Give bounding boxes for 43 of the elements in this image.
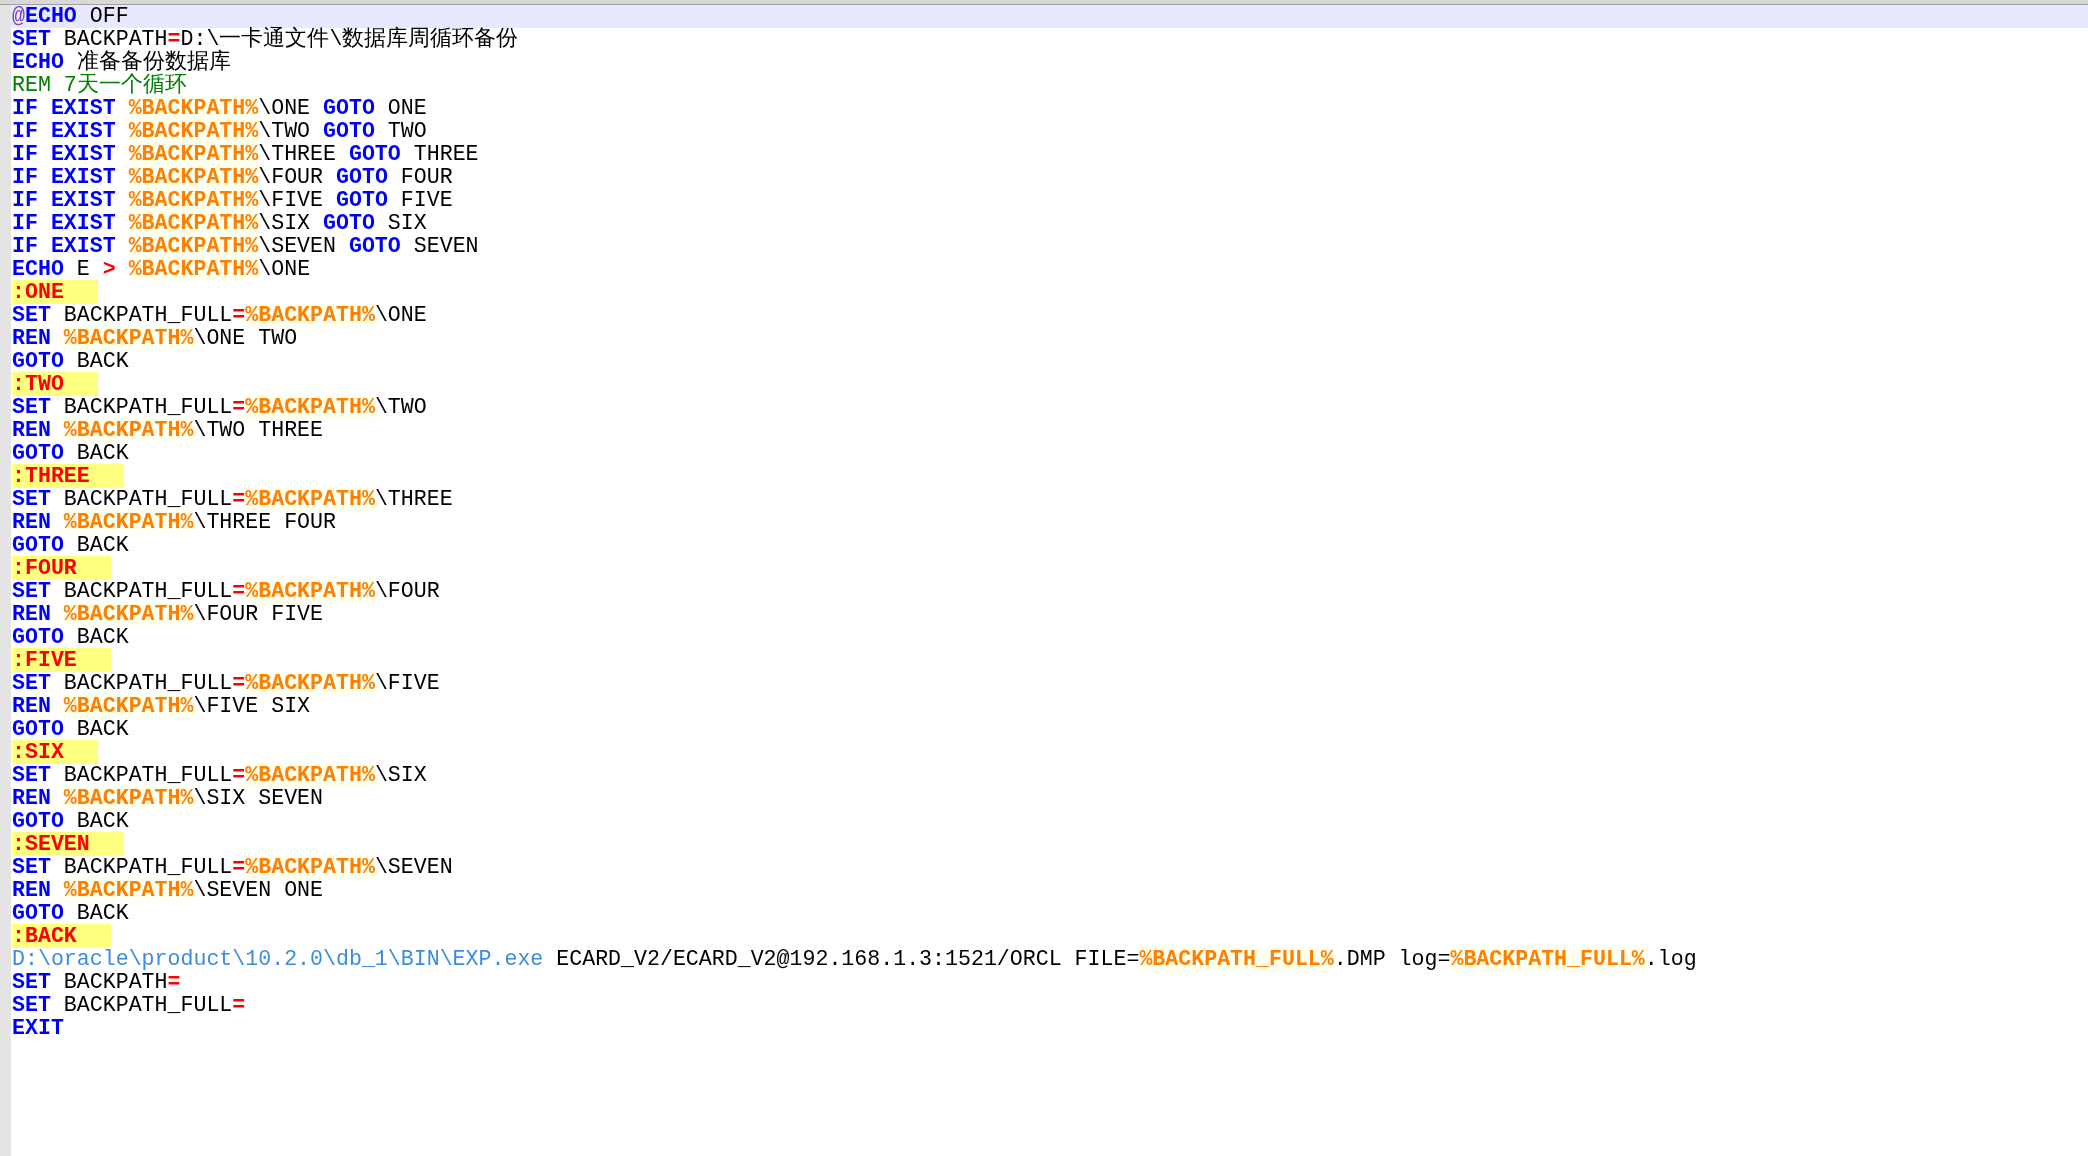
code-line: IF EXIST %BACKPATH%\SEVEN GOTO SEVEN xyxy=(11,235,480,258)
code-line: SET BACKPATH_FULL=%BACKPATH%\FOUR xyxy=(11,580,441,603)
code-line: GOTO BACK xyxy=(11,718,130,741)
code-line: :FOUR xyxy=(11,557,2088,580)
code-line: SET BACKPATH= xyxy=(11,971,182,994)
code-line: IF EXIST %BACKPATH%\SIX GOTO SIX xyxy=(11,212,428,235)
code-line: GOTO BACK xyxy=(11,442,130,465)
code-line: IF EXIST %BACKPATH%\FIVE GOTO FIVE xyxy=(11,189,454,212)
code-line: GOTO BACK xyxy=(11,626,130,649)
code-line: SET BACKPATH_FULL=%BACKPATH%\FIVE xyxy=(11,672,441,695)
code-line: GOTO BACK xyxy=(11,350,130,373)
code-line: ECHO E > %BACKPATH%\ONE xyxy=(11,258,312,281)
code-line: GOTO BACK xyxy=(11,902,130,925)
code-line: EXIT xyxy=(11,1017,65,1040)
code-line: SET BACKPATH_FULL=%BACKPATH%\ONE xyxy=(11,304,428,327)
code-line: REM 7天一个循环 xyxy=(11,74,188,97)
code-line: GOTO BACK xyxy=(11,534,130,557)
code-line: REN %BACKPATH%\TWO THREE xyxy=(11,419,325,442)
code-line: IF EXIST %BACKPATH%\FOUR GOTO FOUR xyxy=(11,166,454,189)
code-line: IF EXIST %BACKPATH%\ONE GOTO ONE xyxy=(11,97,428,120)
code-line: ECHO 准备备份数据库 xyxy=(11,51,232,74)
code-line: SET BACKPATH_FULL=%BACKPATH%\SIX xyxy=(11,764,428,787)
code-line: SET BACKPATH_FULL=%BACKPATH%\SEVEN xyxy=(11,856,454,879)
code-line: REN %BACKPATH%\SIX SEVEN xyxy=(11,787,325,810)
code-line: :THREE xyxy=(11,465,2088,488)
code-line: :FIVE xyxy=(11,649,2088,672)
code-line: :SEVEN xyxy=(11,833,2088,856)
code-line: IF EXIST %BACKPATH%\THREE GOTO THREE xyxy=(11,143,480,166)
code-line: REN %BACKPATH%\SEVEN ONE xyxy=(11,879,325,902)
code-line: SET BACKPATH_FULL=%BACKPATH%\TWO xyxy=(11,396,428,419)
code-line: SET BACKPATH_FULL= xyxy=(11,994,247,1017)
code-line: IF EXIST %BACKPATH%\TWO GOTO TWO xyxy=(11,120,428,143)
code-line: :TWO xyxy=(11,373,2088,396)
code-line: REN %BACKPATH%\FIVE SIX xyxy=(11,695,312,718)
code-line: REN %BACKPATH%\FOUR FIVE xyxy=(11,603,325,626)
code-line: :BACK xyxy=(11,925,2088,948)
code-line: :SIX xyxy=(11,741,2088,764)
code-line: D:\oracle\product\10.2.0\db_1\BIN\EXP.exe ECARD_V2/ECARD_V2@192.168.1.3:1521/ORCL FILE=%BACKPATH_FULL%.DMP log=%BACKPATH_FULL%.log xyxy=(11,948,1698,971)
code-line: REN %BACKPATH%\THREE FOUR xyxy=(11,511,337,534)
code-line: SET BACKPATH_FULL=%BACKPATH%\THREE xyxy=(11,488,454,511)
code-line: REN %BACKPATH%\ONE TWO xyxy=(11,327,299,350)
code-line: GOTO BACK xyxy=(11,810,130,833)
code-line: :ONE xyxy=(11,281,2088,304)
